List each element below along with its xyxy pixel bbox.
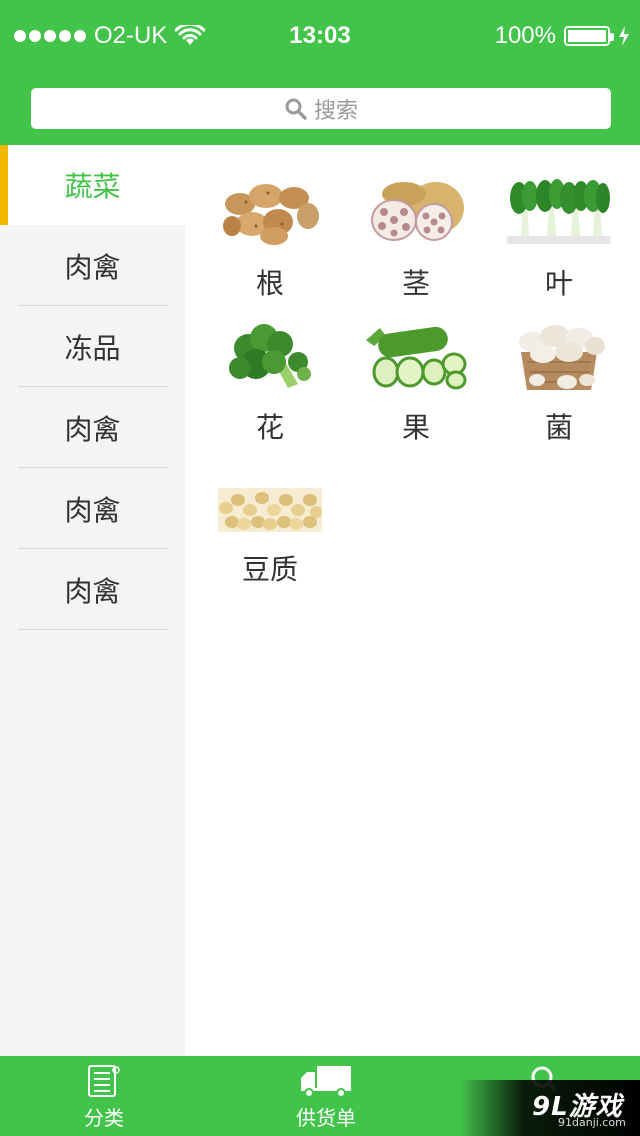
search-placeholder: 搜索	[313, 98, 358, 124]
category-label: 豆质	[241, 553, 298, 586]
sidebar-item-label: 肉禽	[64, 574, 121, 608]
category-tile-stem[interactable]: 茎	[361, 178, 471, 302]
search-input[interactable]: 搜索	[31, 88, 611, 129]
category-tile-root[interactable]: 根	[215, 178, 325, 302]
status-right: 100%	[495, 22, 630, 50]
soybeans-image	[218, 488, 322, 532]
delivery-truck-icon	[301, 1066, 351, 1098]
lotus-root-image	[371, 182, 464, 241]
sidebar-item-label: 肉禽	[64, 412, 121, 446]
subcategory-grid: 根 茎 叶 花 果 菌 豆质	[185, 145, 640, 1056]
tab-label: 供货单	[296, 1106, 356, 1130]
search-header: 搜索	[0, 72, 640, 145]
sidebar-item-vegetables[interactable]: 蔬菜	[0, 145, 185, 225]
battery-icon	[564, 26, 614, 46]
category-label: 果	[401, 411, 430, 444]
category-label: 根	[255, 267, 284, 300]
divider	[18, 629, 168, 630]
bok-choy-image	[507, 179, 611, 244]
status-bar: O2-UK 13:03 100%	[0, 0, 640, 72]
sidebar-item-meat-poultry[interactable]: 肉禽	[0, 549, 185, 630]
category-list-icon	[88, 1065, 120, 1097]
sidebar-item-meat-poultry[interactable]: 肉禽	[0, 468, 185, 549]
category-label: 菌	[544, 411, 573, 444]
sidebar-item-label: 肉禽	[64, 493, 121, 527]
battery-percent: 100%	[494, 22, 556, 49]
category-tile-fungus[interactable]: 菌	[504, 322, 614, 446]
sidebar-item-meat-poultry[interactable]: 肉禽	[0, 387, 185, 468]
category-label: 花	[255, 411, 284, 444]
category-label: 叶	[544, 267, 573, 300]
category-tile-flower[interactable]: 花	[215, 322, 325, 446]
mushrooms-image	[519, 325, 605, 390]
tab-category[interactable]: 分类	[24, 1056, 184, 1136]
tab-supply-order[interactable]: 供货单	[246, 1056, 406, 1136]
category-label: 茎	[401, 267, 430, 300]
category-sidebar: 蔬菜 肉禽 冻品 肉禽 肉禽 肉禽	[0, 145, 185, 1056]
broccoli-image	[229, 324, 311, 388]
sidebar-item-label: 肉禽	[64, 250, 121, 284]
sidebar-item-meat-poultry[interactable]: 肉禽	[0, 225, 185, 306]
cucumber-image	[366, 326, 467, 390]
category-tile-beans[interactable]: 豆质	[215, 464, 325, 588]
potatoes-image	[223, 184, 319, 245]
sidebar-item-frozen[interactable]: 冻品	[0, 306, 185, 387]
search-icon	[285, 98, 307, 120]
watermark: 9L游戏 91danji.com	[460, 1080, 640, 1136]
category-tile-leaf[interactable]: 叶	[504, 178, 614, 302]
sidebar-item-label: 蔬菜	[64, 170, 121, 203]
watermark-url: 91danji.com	[558, 1116, 626, 1129]
tab-label: 分类	[84, 1106, 124, 1130]
category-tile-fruit[interactable]: 果	[361, 322, 471, 446]
sidebar-item-label: 冻品	[64, 331, 121, 365]
charging-bolt-icon	[619, 26, 629, 46]
active-indicator	[0, 145, 8, 225]
